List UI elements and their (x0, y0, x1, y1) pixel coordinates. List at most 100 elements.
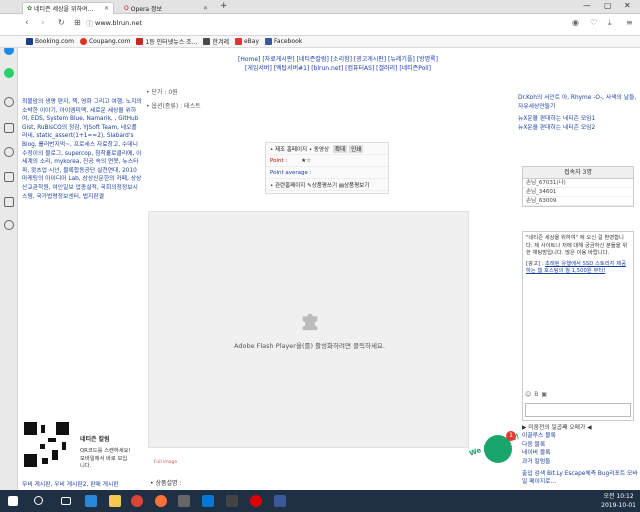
extensions-icon[interactable] (4, 197, 14, 207)
taskbar: 오전 10:12 2019-10-01 (0, 490, 640, 512)
download-icon[interactable]: ⤓ (608, 18, 612, 28)
bookmark-hani[interactable]: 한겨레 (203, 37, 229, 46)
ie-icon[interactable] (85, 495, 97, 507)
hani-icon (203, 38, 211, 45)
visitors-box: 접속자 3명 손님_67031(나) 손님_34601 손님_63009 (522, 166, 634, 207)
chat-welcome: "네티즌 세상을 위하여" 에 오신 걸 환영합니다. 제 사이트나 저에 대해… (526, 235, 628, 256)
tab-close-icon[interactable]: ✕ (203, 5, 208, 12)
right-links: Dr.Koh의 서인트 아, Rhyme -O-, 사색의 날들, 자유세상만들… (518, 94, 638, 132)
ad-label: [광고] : (526, 260, 544, 267)
back-icon[interactable]: ‹ (25, 18, 29, 28)
page-content: [Home] [자료게시판] [네티즌칼럼] [소리함] [광고게시판] [뉴레… (18, 48, 640, 490)
emoji-icon[interactable]: ☺ (525, 391, 531, 398)
store-icon[interactable] (202, 495, 214, 507)
product-info-box: • 제조 홈페이지 • 동영상 확대 인쇄 Point : ★☆ Point a… (265, 142, 389, 194)
facebook-icon (265, 38, 273, 45)
firefox-icon[interactable] (155, 495, 167, 507)
bookmark-coupang[interactable]: Coupang.com (79, 38, 130, 45)
history-icon[interactable] (4, 97, 14, 107)
search-icon[interactable] (34, 496, 43, 505)
clock-icon[interactable] (4, 220, 14, 230)
close-window-icon[interactable]: ✕ (624, 1, 631, 10)
whatsapp-icon[interactable] (4, 68, 14, 78)
minimize-icon[interactable]: — (583, 1, 591, 10)
bookmark-heart-icon[interactable]: ♡ (590, 18, 597, 27)
new-tab-button[interactable]: + (220, 1, 228, 11)
app2-icon[interactable] (226, 495, 238, 507)
tab-title: Opera 정보 (130, 5, 163, 13)
qr-code (24, 422, 69, 467)
booking-icon (26, 38, 33, 45)
flash-message: Adobe Flash Player을(를) 활성화하려면 클릭하세요. (234, 342, 385, 350)
chat-input[interactable] (525, 403, 631, 417)
product-info: • 단가 : 0원 • 옵션(종류) : 테스트 (146, 86, 201, 114)
right-link-3[interactable]: 뉴X운을 판대하는 네티즌 모임2 (518, 124, 638, 133)
right-bottom-link[interactable]: 출입 검색 Bit.Ly Escape체측 Bug리포트 모바일 페이지로... (522, 470, 638, 487)
speed-dial-icon[interactable] (4, 123, 14, 133)
task-view-icon[interactable] (61, 497, 71, 505)
chat-badge-count: 1 (506, 431, 516, 441)
tab-favicon-icon: ✿ (27, 5, 33, 12)
opera-taskbar-icon[interactable] (250, 495, 262, 507)
site-nav-line1[interactable]: [Home] [자료게시판] [네티즌칼럼] [소리함] [광고게시판] [뉴레… (218, 55, 458, 64)
coupang-icon (79, 38, 87, 45)
flash-placeholder[interactable]: Adobe Flash Player을(를) 활성화하려면 클릭하세요. (148, 211, 469, 448)
maker-homepage-link[interactable]: • 제조 홈페이지 • 동영상 (270, 145, 329, 153)
bookmark-ebay[interactable]: eBay (234, 38, 259, 45)
clock-time: 오전 10:12 (603, 493, 634, 500)
right-link-2[interactable]: 뉴X운을 판대하는 네티즌 모임1 (518, 115, 638, 124)
chat-area[interactable]: "네티즌 세상을 위하여" 에 오신 걸 환영합니다. 제 사이트나 저에 대해… (522, 231, 634, 421)
right-link-1[interactable]: Dr.Koh의 서인트 아, Rhyme -O-, 사색의 날들, 자유세상만들… (518, 94, 638, 111)
windows-start-icon[interactable] (8, 496, 18, 506)
reload-icon[interactable]: ↻ (58, 18, 65, 27)
facebook-taskbar-icon[interactable] (274, 495, 286, 507)
point-stars: ★☆ (301, 157, 312, 164)
bookmark-facebook[interactable]: Facebook (265, 38, 302, 45)
speed-dial-grid-icon[interactable]: ⊞ (74, 18, 81, 27)
visitors-title: 접속자 3명 (523, 167, 633, 179)
browser-sidebar (0, 0, 18, 490)
bookmarks-bar: Booking.com Coupang.com 1등 인터넷뉴스 조... 한겨… (0, 36, 640, 48)
qr-text: QR코드를 스캔하세요! 모바일에서 바로 보입니다. (80, 448, 131, 469)
address-bar: ‹ › ↻ ⊞ ⓘ www.blrun.net ◉ ♡ ⤓ ≡ (0, 14, 640, 36)
url-field[interactable]: www.blrun.net (95, 19, 142, 27)
point-average-label: Point average : (270, 169, 312, 176)
info-row-4: • 관련홈페이지 ✎상품평쓰기 ▤상품평보기 (266, 179, 388, 191)
app-icon[interactable] (178, 495, 190, 507)
related-links[interactable]: • 관련홈페이지 ✎상품평쓰기 ▤상품평보기 (270, 181, 369, 189)
plugin-puzzle-icon (302, 313, 318, 331)
footer-link[interactable]: 무비 게시판, 우비 게시판2, 판매 게시판 (22, 479, 119, 488)
camera-icon[interactable]: ◉ (572, 18, 579, 27)
full-image-link[interactable]: Full image (154, 460, 177, 465)
folder-icon[interactable] (109, 495, 121, 507)
chrome-icon[interactable] (131, 495, 143, 507)
news-icon[interactable] (4, 172, 14, 182)
bookmark-news[interactable]: 1등 인터넷뉴스 조... (136, 37, 197, 46)
tab-close-icon[interactable]: ✕ (104, 5, 109, 12)
site-info-icon[interactable]: ⓘ (86, 19, 93, 29)
menu-icon[interactable]: ≡ (626, 18, 633, 27)
visitor-item[interactable]: 손님_34601 (523, 188, 633, 197)
image-icon[interactable]: ▣ (541, 391, 547, 398)
zoom-button[interactable]: 확대 (333, 144, 348, 153)
visitor-item[interactable]: 손님_67031(나) (523, 179, 633, 188)
tab-opera-info[interactable]: O Opera 정보 ✕ (120, 2, 212, 14)
heart-icon[interactable] (4, 147, 14, 157)
ebay-icon (234, 38, 242, 45)
visitor-item[interactable]: 손님_63009 (523, 197, 633, 206)
bookmark-booking[interactable]: Booking.com (26, 38, 74, 45)
left-links[interactable]: 최불암의 생명 편지, 책, 영화 그리고 여행, 노지의 소박한 이야기, 아… (22, 98, 142, 201)
chat-widget[interactable]: We Are Here! 1 (468, 431, 540, 471)
tab-title: 네티즌 세상을 위하여... (34, 6, 94, 13)
print-button[interactable]: 인쇄 (349, 144, 364, 153)
forward-icon[interactable]: › (41, 18, 45, 28)
site-nav: [Home] [자료게시판] [네티즌칼럼] [소리함] [광고게시판] [뉴레… (218, 55, 458, 73)
system-clock[interactable]: 오전 10:12 2019-10-01 (601, 492, 636, 510)
tab-active[interactable]: ✿ 네티즌 세상을 위하여... ✕ (22, 2, 114, 14)
info-row-2: Point : ★☆ (266, 155, 388, 167)
bold-icon[interactable]: B (534, 391, 538, 398)
tab-bar: ✿ 네티즌 세상을 위하여... ✕ O Opera 정보 ✕ + — ▢ ✕ (0, 0, 640, 14)
site-nav-line2[interactable]: [게임서버] [엑탑서버#1] [blrun.net] [컴퓨터AS] [갤러리… (218, 64, 458, 73)
point-label: Point : (270, 157, 288, 164)
maximize-icon[interactable]: ▢ (604, 1, 612, 10)
